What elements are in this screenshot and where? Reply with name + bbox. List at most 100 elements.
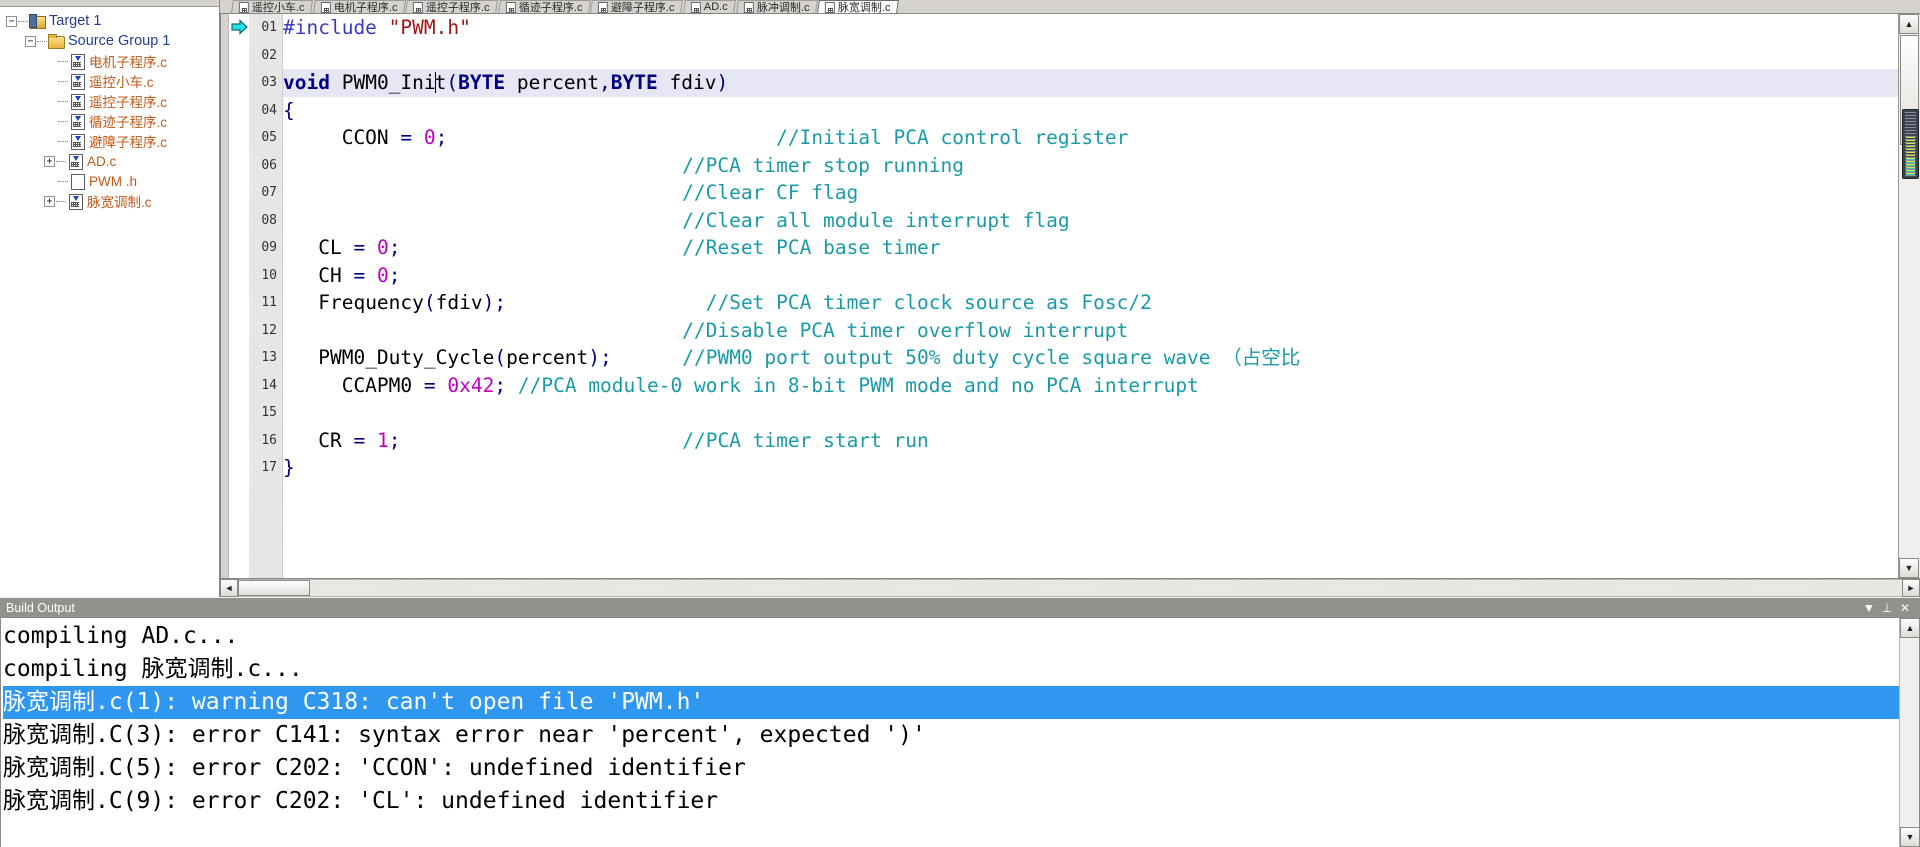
gutter-mark-8[interactable] (229, 207, 249, 235)
editor-tab-3[interactable]: 循迹子程序.c (497, 0, 591, 13)
build-scroll-up-button[interactable]: ▲ (1900, 618, 1919, 638)
code-line-15[interactable] (283, 399, 1898, 427)
collapse-icon[interactable]: − (25, 35, 36, 47)
gutter-mark-3[interactable] (229, 69, 249, 97)
expand-icon[interactable]: + (44, 195, 55, 207)
code-outline-indicator (1902, 109, 1919, 179)
gutter-mark-7[interactable] (229, 179, 249, 207)
project-tree[interactable]: − Target 1 − Source Group 1 电机子程序.c 遥控小车.c 遥控子… (0, 7, 219, 211)
gutter-mark-13[interactable] (229, 344, 249, 372)
code-line-17[interactable]: } (283, 454, 1898, 482)
build-output-line-4[interactable]: 脉宽调制.C(5): error C202: 'CCON': undefined… (3, 752, 1899, 785)
code-line-8[interactable]: //Clear all module interrupt flag (283, 207, 1898, 235)
code-editor[interactable]: 01 02 03 04 05 06 07 08 09 10 11 12 13 14 15 16 17 #incl… (220, 13, 1920, 579)
horizontal-scroll-thumb[interactable] (238, 580, 310, 596)
build-output-line-3[interactable]: 脉宽调制.C(3): error C141: syntax error near… (3, 719, 1899, 752)
code-line-14[interactable]: CCAPM0 = 0x42; //PCA module-0 work in 8-… (283, 372, 1898, 400)
tree-item-4[interactable]: 遥控子程序.c (6, 91, 219, 111)
gutter-mark-4[interactable] (229, 97, 249, 125)
editor-tab-6[interactable]: 脉冲调制.c (735, 0, 818, 13)
editor-code-surface[interactable]: #include "PWM.h" void PWM0_Init(BYTE perc… (283, 14, 1898, 578)
code-line-16[interactable]: CR = 1; //PCA timer start run (283, 427, 1898, 455)
gutter-mark-11[interactable] (229, 289, 249, 317)
gutter-mark-6[interactable] (229, 152, 249, 180)
gutter-mark-5[interactable] (229, 124, 249, 152)
tree-item-6[interactable]: 避障子程序.c (6, 131, 219, 151)
tree-item-7[interactable]: + AD.c (6, 151, 219, 171)
gutter-mark-2[interactable] (229, 42, 249, 70)
line-number-12: 12 (261, 322, 277, 338)
build-output-log[interactable]: compiling AD.c... compiling 脉宽调制.c... 脉宽调制… (1, 618, 1899, 847)
scroll-left-button[interactable]: ◄ (220, 579, 238, 597)
line-number-14: 14 (261, 377, 277, 393)
tree-item-3[interactable]: 遥控小车.c (6, 71, 219, 91)
editor-tab-1[interactable]: 电机子程序.c (312, 0, 406, 13)
scroll-down-button[interactable]: ▼ (1899, 558, 1919, 578)
tree-item-label: PWM .h (89, 173, 138, 189)
editor-tab-strip[interactable]: 遥控小车.c 电机子程序.c 遥控子程序.c 循迹子程序.c 避障子程序.c AD.c 脉冲… (220, 0, 1920, 13)
build-output-line-2[interactable]: 脉宽调制.c(1): warning C318: can't open file… (3, 686, 1899, 719)
build-output-line-1[interactable]: compiling 脉宽调制.c... (3, 653, 1899, 686)
code-line-13[interactable]: PWM0_Duty_Cycle(percent); //PWM0 port ou… (283, 344, 1898, 372)
gutter-mark-12[interactable] (229, 317, 249, 345)
code-line-1[interactable]: #include "PWM.h" (283, 14, 1898, 42)
code-line-3[interactable]: void PWM0_Init(BYTE percent,BYTE fdiv) (283, 69, 1898, 97)
code-line-4[interactable]: { (283, 97, 1898, 125)
scroll-right-button[interactable]: ► (1902, 579, 1920, 597)
code-line-text: CL = 0; //Reset PCA base timer (318, 236, 941, 259)
editor-tab-0[interactable]: 遥控小车.c (231, 0, 313, 13)
build-output-line-0[interactable]: compiling AD.c... (3, 620, 1899, 653)
collapse-icon[interactable]: − (6, 15, 17, 27)
code-line-9[interactable]: CL = 0; //Reset PCA base timer (283, 234, 1898, 262)
editor-tab-5[interactable]: AD.c (682, 0, 736, 13)
tree-item-label: 遥控小车.c (89, 75, 154, 90)
tree-item-5[interactable]: 循迹子程序.c (6, 111, 219, 131)
scroll-up-button[interactable]: ▲ (1899, 14, 1919, 34)
c-file-icon (69, 53, 85, 70)
tree-item-label: 电机子程序.c (89, 55, 168, 70)
workspace-area: − Target 1 − Source Group 1 电机子程序.c 遥控小车.c 遥控子… (0, 0, 1920, 597)
code-line-text: } (283, 456, 295, 479)
editor-column: 遥控小车.c 电机子程序.c 遥控子程序.c 循迹子程序.c 避障子程序.c AD.c 脉冲… (220, 0, 1920, 597)
gutter-mark-14[interactable] (229, 372, 249, 400)
tree-connector (37, 40, 47, 42)
tree-connector (58, 140, 68, 142)
gutter-mark-16[interactable] (229, 427, 249, 455)
gutter-mark-9[interactable] (229, 234, 249, 262)
editor-vertical-scrollbar[interactable]: ▲ ▼ (1898, 14, 1920, 578)
build-output-body[interactable]: compiling AD.c... compiling 脉宽调制.c... 脉宽调制… (0, 617, 1920, 847)
close-icon[interactable]: ✕ (1896, 600, 1914, 616)
tree-item-9[interactable]: + 脉宽调制.c (6, 191, 219, 211)
tree-item-2[interactable]: 电机子程序.c (6, 51, 219, 71)
build-output-scrollbar[interactable]: ▲ ▼ (1899, 618, 1919, 847)
code-line-10[interactable]: CH = 0; (283, 262, 1898, 290)
tree-item-0[interactable]: − Target 1 (6, 11, 219, 31)
code-line-5[interactable]: CCON = 0; //Initial PCA control register (283, 124, 1898, 152)
gutter-mark-1[interactable] (229, 14, 249, 42)
project-sidebar[interactable]: − Target 1 − Source Group 1 电机子程序.c 遥控小车.c 遥控子… (0, 0, 220, 597)
chevron-down-icon[interactable]: ▼ (1860, 600, 1878, 616)
file-icon (598, 1, 609, 13)
code-line-12[interactable]: //Disable PCA timer overflow interrupt (283, 317, 1898, 345)
code-line-2[interactable] (283, 42, 1898, 70)
editor-breakpoint-gutter[interactable] (229, 14, 249, 578)
code-line-6[interactable]: //PCA timer stop running (283, 152, 1898, 180)
editor-tab-7[interactable]: 脉宽调制.c (817, 0, 899, 13)
tree-item-1[interactable]: − Source Group 1 (6, 31, 219, 51)
build-output-line-5[interactable]: 脉宽调制.C(9): error C202: 'CL': undefined i… (3, 785, 1899, 818)
build-scroll-down-button[interactable]: ▼ (1900, 827, 1919, 847)
expand-icon[interactable]: + (44, 155, 55, 167)
horizontal-scroll-track[interactable] (238, 579, 1902, 597)
c-file-icon (69, 113, 85, 130)
tree-item-8[interactable]: PWM .h (6, 171, 219, 191)
code-line-11[interactable]: Frequency(fdiv); //Set PCA timer clock s… (283, 289, 1898, 317)
pin-icon[interactable]: ⊥ (1878, 600, 1896, 616)
editor-tab-4[interactable]: 避障子程序.c (590, 0, 683, 13)
gutter-mark-15[interactable] (229, 399, 249, 427)
gutter-mark-17[interactable] (229, 454, 249, 482)
gutter-mark-10[interactable] (229, 262, 249, 290)
editor-tab-2[interactable]: 遥控子程序.c (405, 0, 498, 13)
editor-horizontal-scrollbar[interactable]: ◄ ► (220, 579, 1920, 597)
file-grid-glyph (71, 202, 79, 207)
code-line-7[interactable]: //Clear CF flag (283, 179, 1898, 207)
